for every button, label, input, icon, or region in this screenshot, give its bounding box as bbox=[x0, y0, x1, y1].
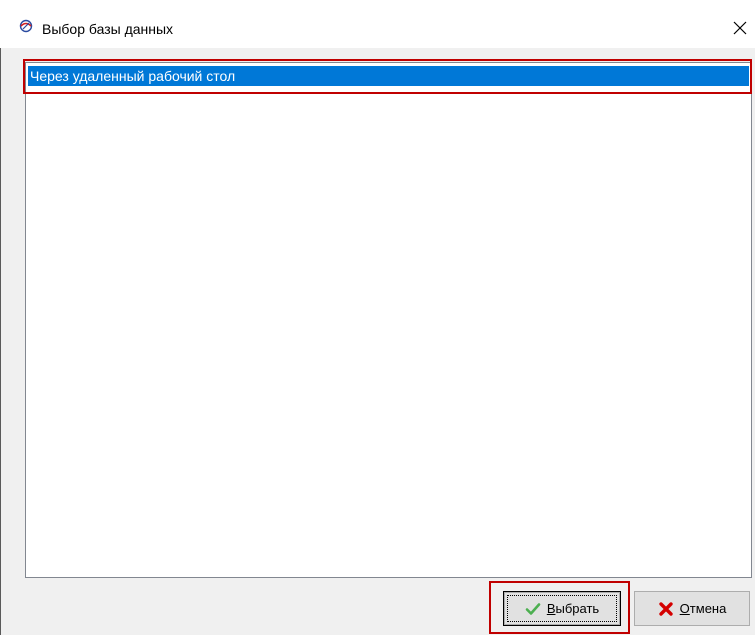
window-border bbox=[0, 48, 1, 635]
close-icon[interactable] bbox=[728, 16, 752, 40]
app-logo-icon bbox=[19, 19, 33, 33]
cancel-button-label: Отмена bbox=[679, 601, 727, 616]
title-bar[interactable]: Выбор базы данных bbox=[0, 0, 755, 48]
list-item-label: Через удаленный рабочий стол bbox=[30, 68, 236, 84]
database-list[interactable]: Через удаленный рабочий стол bbox=[25, 62, 752, 578]
select-button[interactable]: Выбрать bbox=[503, 591, 621, 626]
database-select-dialog: Выбор базы данных Через удаленный рабочи… bbox=[0, 0, 755, 635]
window-title: Выбор базы данных bbox=[42, 21, 174, 37]
checkmark-icon bbox=[525, 602, 541, 615]
cross-icon bbox=[658, 601, 673, 616]
cancel-button[interactable]: Отмена bbox=[634, 591, 750, 626]
list-item[interactable]: Через удаленный рабочий стол bbox=[28, 66, 749, 86]
select-button-label: Выбрать bbox=[546, 601, 600, 616]
